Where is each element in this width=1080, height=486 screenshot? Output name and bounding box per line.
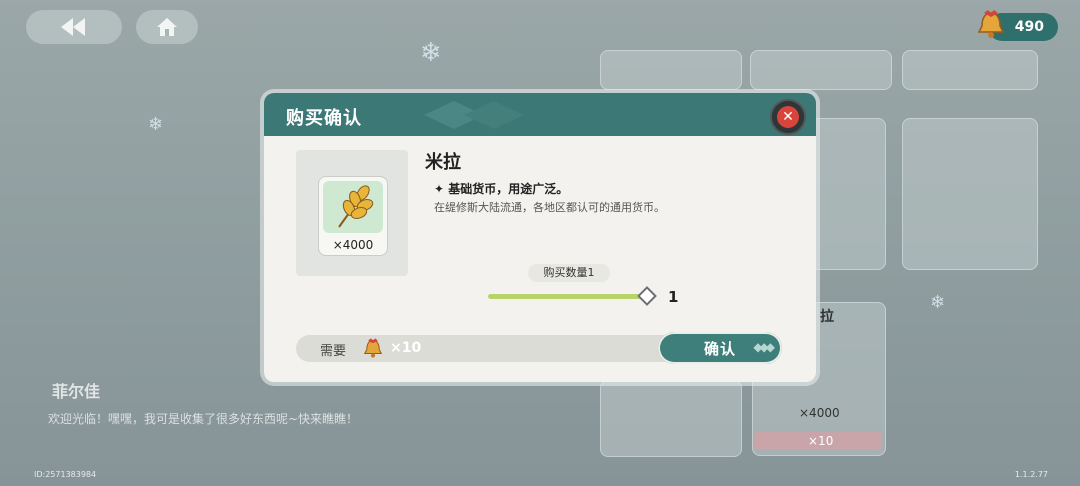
chevron-right-icon: ◆◆◆ <box>753 340 775 354</box>
bg-shop-card <box>600 380 742 457</box>
cost-bar <box>296 335 696 362</box>
bg-shop-item-price: ×10 <box>808 434 834 448</box>
bg-shop-card <box>810 118 886 270</box>
snowflake-icon: ❄ <box>420 38 442 68</box>
dialog-header: 购买确认 <box>264 93 816 136</box>
home-button[interactable] <box>136 10 198 44</box>
confirm-label: 确认 <box>703 339 736 358</box>
wheat-icon <box>338 185 374 228</box>
bg-shop-item-name: 拉 <box>820 309 834 325</box>
cost-amount: ×10 <box>390 340 422 356</box>
purchase-quantity-label: 购买数量1 <box>528 264 610 282</box>
item-description-headline: ✦ 基础货币，用途广泛。 <box>434 182 569 196</box>
item-description-body: 在缇修斯大陆流通，各地区都认可的通用货币。 <box>434 201 665 214</box>
snowflake-icon: ❄ <box>148 114 164 135</box>
item-card: ×4000 <box>318 176 388 256</box>
bell-icon <box>977 10 1005 38</box>
snowflake-icon: ❄ <box>930 292 946 313</box>
close-icon: ✕ <box>777 106 799 128</box>
item-icon-box <box>323 181 383 233</box>
back-button[interactable] <box>26 10 122 44</box>
bg-shop-card <box>600 50 742 90</box>
home-icon <box>157 18 177 36</box>
bg-shop-card <box>902 50 1038 90</box>
double-left-arrow-icon <box>61 18 85 36</box>
bell-icon <box>363 338 383 358</box>
bg-shop-card <box>902 118 1038 270</box>
version-label: 1.1.2.77 <box>1014 470 1048 479</box>
quantity-slider-value: 1 <box>668 288 679 306</box>
bg-shop-card <box>750 50 892 90</box>
user-id: ID:2571383984 <box>34 470 97 479</box>
header-decoration <box>424 101 524 129</box>
confirm-button[interactable]: 确认 ◆◆◆ <box>658 332 782 364</box>
item-name: 米拉 <box>425 152 461 173</box>
quantity-slider-track[interactable] <box>488 294 650 299</box>
npc-dialogue: 欢迎光临！嘿嘿，我可是收集了很多好东西呢~快来瞧瞧！ <box>48 412 359 426</box>
item-quantity: ×4000 <box>332 238 374 252</box>
dialog-title: 购买确认 <box>286 108 362 129</box>
npc-name: 菲尔佳 <box>52 382 101 401</box>
bg-shop-item-qty: ×4000 <box>799 406 840 420</box>
close-button[interactable]: ✕ <box>772 101 804 133</box>
currency-value: 490 <box>1014 19 1044 35</box>
cost-label: 需要 <box>320 344 347 359</box>
